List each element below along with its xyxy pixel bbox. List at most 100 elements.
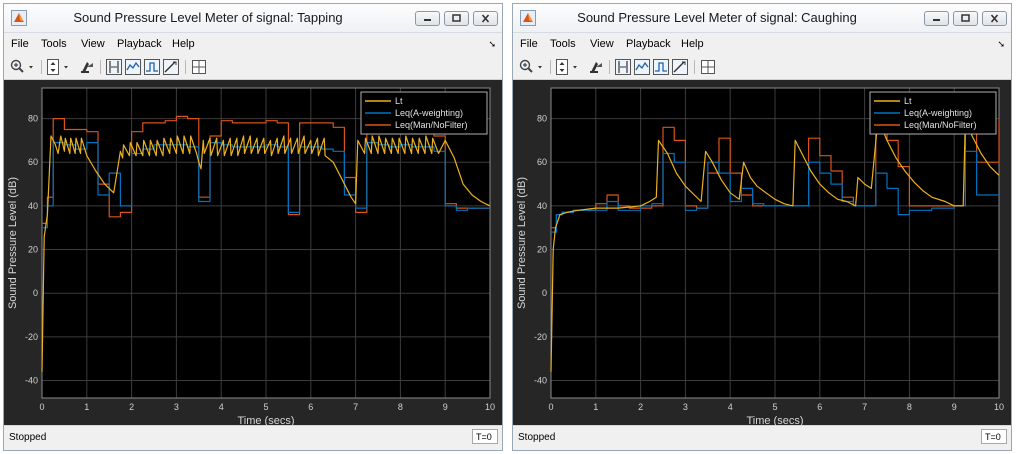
legend-entry: Lt bbox=[395, 96, 403, 106]
minimize-button[interactable] bbox=[415, 11, 440, 26]
window-title: Sound Pressure Level Meter of signal: Ta… bbox=[73, 10, 343, 25]
x-tick-label: 10 bbox=[485, 402, 495, 412]
x-tick-label: 1 bbox=[84, 402, 89, 412]
close-button[interactable] bbox=[473, 11, 498, 26]
legend[interactable]: Lt Leq(A-weighting) Leq(Man/NoFilter) bbox=[360, 91, 488, 135]
toolbar bbox=[4, 55, 502, 80]
legend-entry: Leq(Man/NoFilter) bbox=[904, 120, 977, 130]
signal-statistics-icon[interactable] bbox=[634, 59, 650, 75]
zoom-in-icon[interactable] bbox=[519, 59, 545, 75]
y-tick-label: 20 bbox=[28, 245, 38, 255]
menu-bar: File Tools View Playback Help ➘ bbox=[513, 34, 1011, 54]
toolbar-separator bbox=[41, 60, 42, 74]
x-tick-label: 0 bbox=[39, 402, 44, 412]
minimize-button[interactable] bbox=[924, 11, 949, 26]
layout-icon[interactable] bbox=[700, 59, 716, 75]
x-tick-label: 8 bbox=[907, 402, 912, 412]
scope-window-tapping: Sound Pressure Level Meter of signal: Ta… bbox=[3, 3, 503, 451]
menu-tools[interactable]: Tools bbox=[41, 38, 67, 50]
y-tick-label: 40 bbox=[28, 201, 38, 211]
layout-icon[interactable] bbox=[191, 59, 207, 75]
x-tick-label: 5 bbox=[772, 402, 777, 412]
x-tick-label: 3 bbox=[683, 402, 688, 412]
menu-help[interactable]: Help bbox=[681, 38, 704, 50]
x-tick-label: 9 bbox=[443, 402, 448, 412]
simulink-icon[interactable] bbox=[79, 59, 95, 75]
status-bar: Stopped T=0 bbox=[513, 425, 1011, 450]
x-tick-label: 2 bbox=[129, 402, 134, 412]
status-text: Stopped bbox=[9, 432, 47, 443]
x-tick-label: 7 bbox=[862, 402, 867, 412]
menu-playback[interactable]: Playback bbox=[626, 38, 671, 50]
dock-arrow-icon[interactable]: ➘ bbox=[997, 39, 1005, 50]
plot-area: 0 1 2 3 4 5 6 7 8 9 10 -40 -20 0 20 40 60 80 Time (secs) So… bbox=[4, 80, 502, 427]
x-tick-label: 5 bbox=[263, 402, 268, 412]
menu-file[interactable]: File bbox=[520, 38, 538, 50]
y-tick-label: 80 bbox=[537, 114, 547, 124]
x-tick-label: 3 bbox=[174, 402, 179, 412]
legend-entry: Leq(Man/NoFilter) bbox=[395, 120, 468, 130]
minimize-icon bbox=[933, 19, 940, 21]
menu-help[interactable]: Help bbox=[172, 38, 195, 50]
zoom-in-icon[interactable] bbox=[10, 59, 36, 75]
y-tick-label: 60 bbox=[537, 157, 547, 167]
y-tick-label: 0 bbox=[542, 288, 547, 298]
menu-playback[interactable]: Playback bbox=[117, 38, 162, 50]
x-tick-label: 6 bbox=[308, 402, 313, 412]
y-tick-label: 0 bbox=[33, 288, 38, 298]
restore-icon bbox=[452, 14, 461, 22]
close-icon bbox=[481, 14, 490, 23]
x-tick-label: 6 bbox=[817, 402, 822, 412]
menu-view[interactable]: View bbox=[590, 38, 614, 50]
scale-axes-icon[interactable] bbox=[555, 59, 581, 75]
bilevel-measurement-icon[interactable] bbox=[653, 59, 669, 75]
menu-tools[interactable]: Tools bbox=[550, 38, 576, 50]
x-tick-label: 10 bbox=[994, 402, 1004, 412]
y-tick-label: 80 bbox=[28, 114, 38, 124]
y-tick-label: -40 bbox=[534, 376, 547, 386]
title-bar[interactable]: Sound Pressure Level Meter of signal: Ta… bbox=[4, 4, 502, 33]
simulink-icon[interactable] bbox=[588, 59, 604, 75]
restore-button[interactable] bbox=[953, 11, 978, 26]
y-tick-label: -20 bbox=[534, 332, 547, 342]
bilevel-measurement-icon[interactable] bbox=[144, 59, 160, 75]
x-tick-label: 9 bbox=[952, 402, 957, 412]
spl-chart[interactable]: 0 1 2 3 4 5 6 7 8 9 10-40-20020406080Time (secs)So… bbox=[513, 80, 1011, 427]
minimize-icon bbox=[424, 19, 431, 21]
legend[interactable]: Lt Leq(A-weighting) Leq(Man/NoFilter) bbox=[869, 91, 997, 135]
status-text: Stopped bbox=[518, 432, 556, 443]
peak-finder-icon[interactable] bbox=[163, 59, 179, 75]
cursor-measurement-icon[interactable] bbox=[615, 59, 631, 75]
restore-icon bbox=[961, 14, 970, 22]
y-axis-label: Sound Pressure Level (dB) bbox=[516, 177, 528, 309]
scope-window-caughing: Sound Pressure Level Meter of signal: Ca… bbox=[512, 3, 1012, 451]
menu-view[interactable]: View bbox=[81, 38, 105, 50]
plot-area: 0 1 2 3 4 5 6 7 8 9 10 -40 -20 0 20 40 60 80 Time (secs) So… bbox=[513, 80, 1011, 427]
y-tick-label: 40 bbox=[537, 201, 547, 211]
menu-file[interactable]: File bbox=[11, 38, 29, 50]
toolbar-separator bbox=[100, 60, 101, 74]
x-tick-label: 7 bbox=[353, 402, 358, 412]
y-tick-label: 60 bbox=[28, 157, 38, 167]
y-tick-label: -20 bbox=[25, 332, 38, 342]
y-axis-label: Sound Pressure Level (dB) bbox=[7, 177, 19, 309]
y-tick-label: 20 bbox=[537, 245, 547, 255]
legend-entry: Leq(A-weighting) bbox=[904, 108, 972, 118]
y-tick-label: -40 bbox=[25, 376, 38, 386]
restore-button[interactable] bbox=[444, 11, 469, 26]
peak-finder-icon[interactable] bbox=[672, 59, 688, 75]
close-button[interactable] bbox=[982, 11, 1007, 26]
spl-chart[interactable]: 0 1 2 3 4 5 6 7 8 9 10-40-20020406080Time (secs)So… bbox=[4, 80, 502, 427]
cursor-measurement-icon[interactable] bbox=[106, 59, 122, 75]
x-tick-label: 8 bbox=[398, 402, 403, 412]
toolbar-separator bbox=[609, 60, 610, 74]
x-tick-label: 4 bbox=[728, 402, 733, 412]
title-bar[interactable]: Sound Pressure Level Meter of signal: Ca… bbox=[513, 4, 1011, 33]
scale-axes-icon[interactable] bbox=[46, 59, 72, 75]
x-tick-label: 4 bbox=[219, 402, 224, 412]
time-indicator: T=0 bbox=[472, 429, 498, 444]
dock-arrow-icon[interactable]: ➘ bbox=[488, 39, 496, 50]
toolbar-separator bbox=[185, 60, 186, 74]
toolbar bbox=[513, 55, 1011, 80]
signal-statistics-icon[interactable] bbox=[125, 59, 141, 75]
